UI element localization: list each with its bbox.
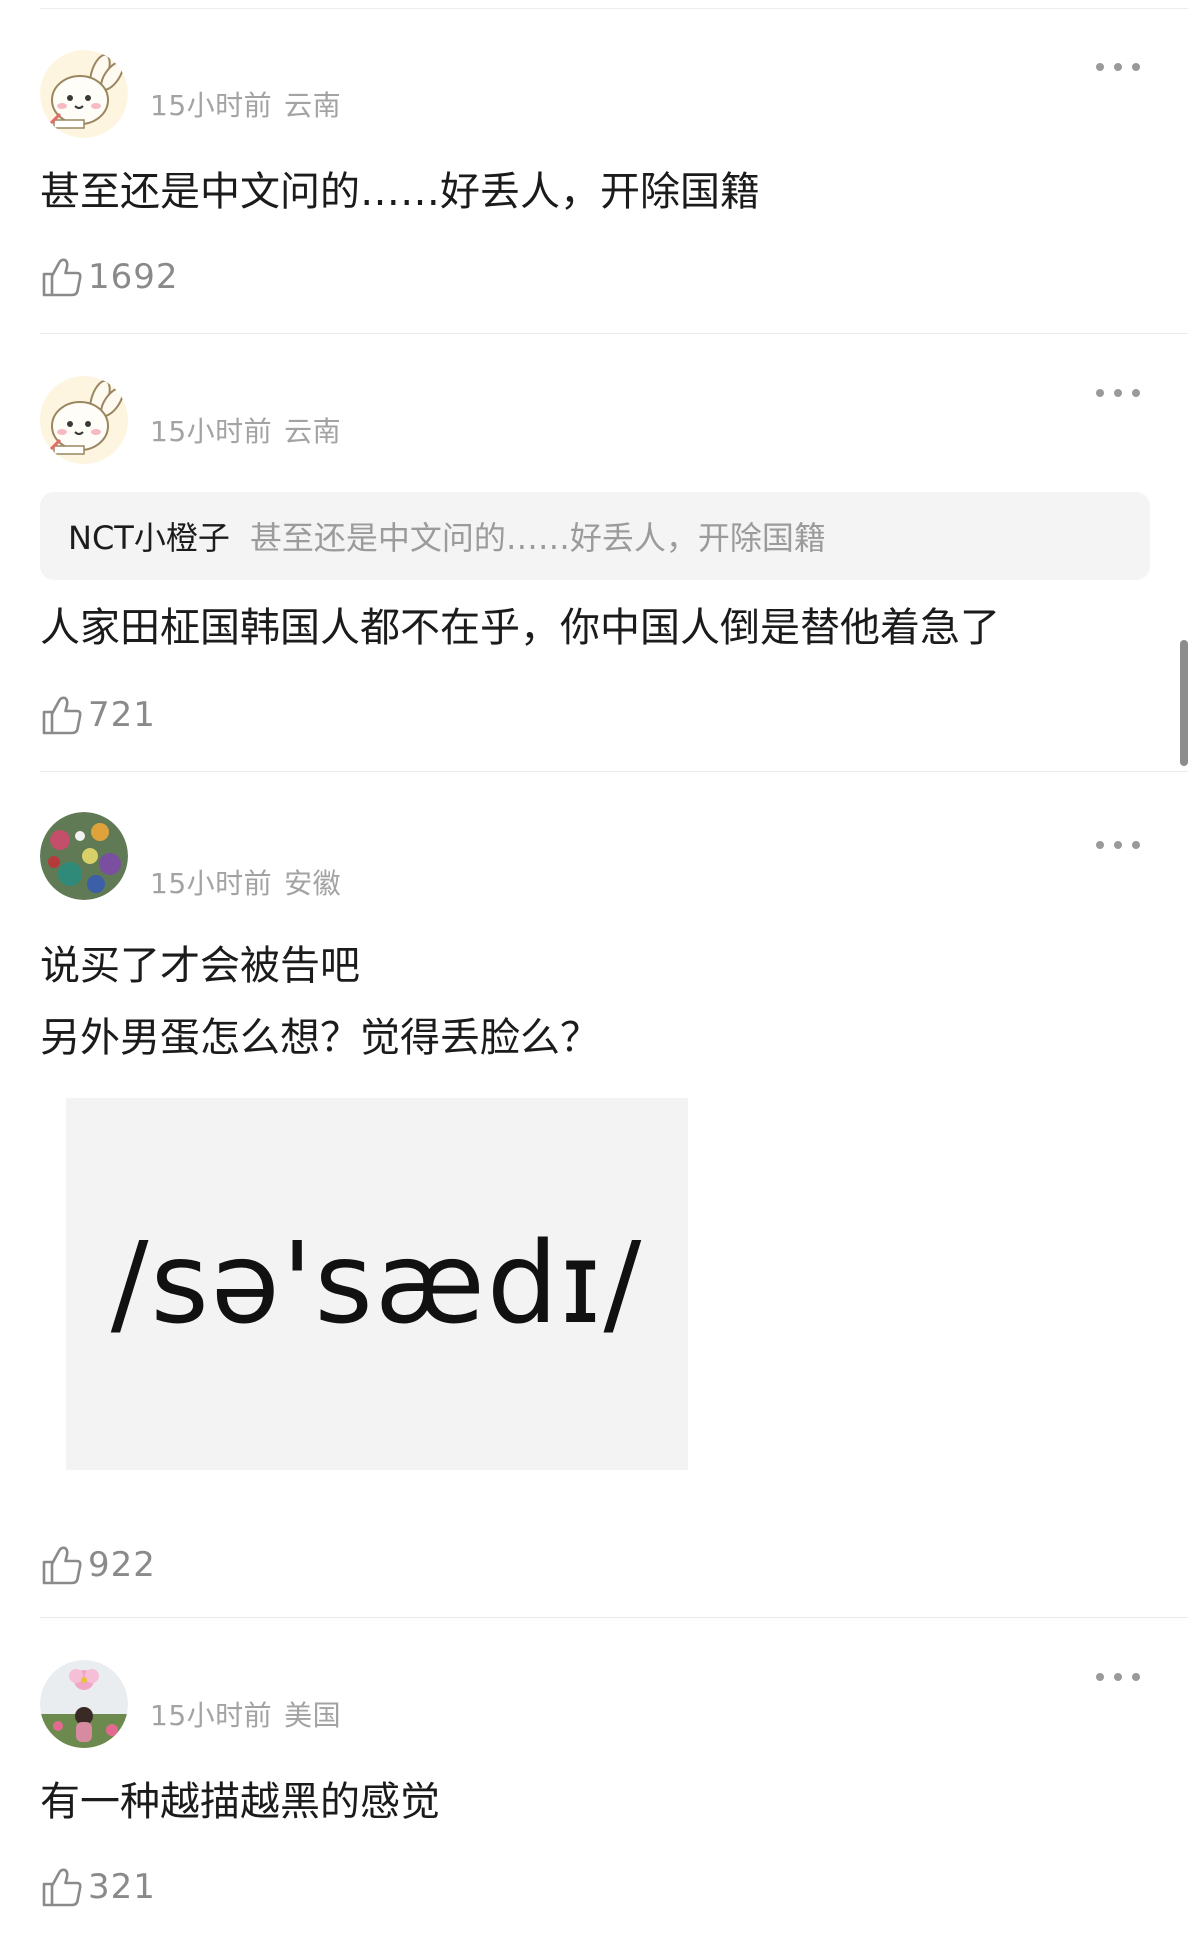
thumbs-up-icon bbox=[42, 696, 82, 735]
like-count: 721 bbox=[88, 695, 156, 735]
comment-meta: 15小时前 云南 bbox=[150, 410, 341, 450]
like-button[interactable]: 1692 bbox=[40, 254, 179, 300]
user-avatar[interactable] bbox=[40, 376, 128, 464]
more-dots-icon[interactable] bbox=[1096, 1670, 1140, 1684]
comment-location: 美国 bbox=[284, 1699, 342, 1732]
comment-item: 15小时前 安徽 说买了才会被告吧 另外男蛋怎么想？觉得丢脸么？ /sə'sædɪ… bbox=[0, 772, 1200, 1618]
scrollbar[interactable] bbox=[1180, 640, 1188, 766]
more-dots-icon[interactable] bbox=[1096, 60, 1140, 74]
quoted-text: 甚至还是中文问的……好丢人，开除国籍 bbox=[249, 519, 826, 557]
comment-meta: 15小时前 美国 bbox=[150, 1694, 341, 1734]
comment-location: 安徽 bbox=[284, 867, 342, 900]
like-button[interactable]: 321 bbox=[40, 1864, 156, 1910]
comment-location: 云南 bbox=[284, 415, 342, 448]
comment-text-line-2: 另外男蛋怎么想？觉得丢脸么？ bbox=[40, 1015, 600, 1061]
like-count: 1692 bbox=[88, 257, 179, 297]
like-count: 321 bbox=[88, 1867, 156, 1907]
comment-time: 15小时前 bbox=[150, 1699, 273, 1732]
comment-item: 15小时前 云南 NCT小橙子 甚至还是中文问的……好丢人，开除国籍 人家田柾国韩… bbox=[0, 334, 1200, 772]
user-avatar[interactable] bbox=[40, 1660, 128, 1748]
bunny-avatar-image bbox=[40, 50, 128, 138]
user-avatar[interactable] bbox=[40, 50, 128, 138]
comment-time: 15小时前 bbox=[150, 415, 273, 448]
photo-avatar-image bbox=[40, 1660, 128, 1748]
photo-avatar-image bbox=[40, 812, 128, 900]
comment-meta: 15小时前 云南 bbox=[150, 84, 341, 124]
comment-meta: 15小时前 安徽 bbox=[150, 862, 341, 902]
comment-text: 有一种越描越黑的感觉 bbox=[40, 1779, 440, 1825]
quoted-username[interactable]: NCT小橙子 bbox=[68, 513, 230, 559]
comment-time: 15小时前 bbox=[150, 867, 273, 900]
comment-text-line-1: 说买了才会被告吧 bbox=[40, 943, 360, 989]
quoted-comment[interactable]: NCT小橙子 甚至还是中文问的……好丢人，开除国籍 bbox=[40, 492, 1150, 580]
comment-image[interactable]: /sə'sædɪ/ bbox=[66, 1098, 688, 1470]
user-avatar[interactable] bbox=[40, 812, 128, 900]
like-button[interactable]: 922 bbox=[40, 1542, 156, 1588]
thumbs-up-icon bbox=[42, 258, 82, 297]
comment-item: 15小时前 美国 有一种越描越黑的感觉 321 bbox=[0, 1618, 1200, 1955]
thumbs-up-icon bbox=[42, 1868, 82, 1907]
more-dots-icon[interactable] bbox=[1096, 386, 1140, 400]
comment-location: 云南 bbox=[284, 89, 342, 122]
thumbs-up-icon bbox=[42, 1546, 82, 1585]
like-count: 922 bbox=[88, 1545, 156, 1585]
image-phonetic-text: /sə'sædɪ/ bbox=[110, 1219, 644, 1349]
bunny-avatar-image bbox=[40, 376, 128, 464]
comment-text: 甚至还是中文问的……好丢人，开除国籍 bbox=[40, 169, 760, 215]
comment-item: 15小时前 云南 甚至还是中文问的……好丢人，开除国籍 1692 bbox=[0, 8, 1200, 334]
comment-time: 15小时前 bbox=[150, 89, 273, 122]
like-button[interactable]: 721 bbox=[40, 692, 156, 738]
more-dots-icon[interactable] bbox=[1096, 838, 1140, 852]
comment-text: 人家田柾国韩国人都不在乎，你中国人倒是替他着急了 bbox=[40, 605, 1000, 651]
